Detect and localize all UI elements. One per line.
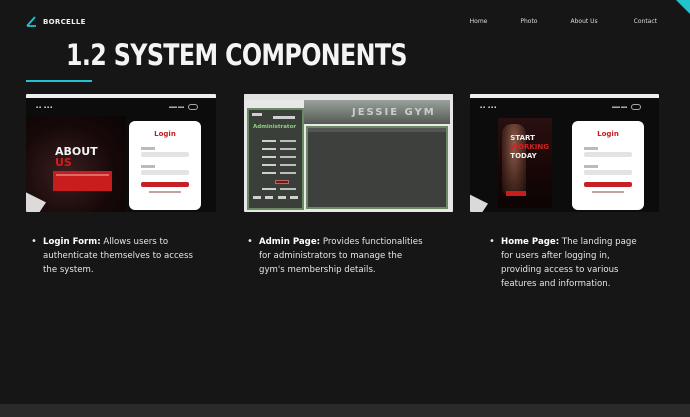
form-row (254, 156, 297, 159)
component-term: Login Form: (43, 237, 101, 247)
corner-accent-top-right (676, 0, 690, 14)
form-row (254, 148, 297, 151)
screenshot-logo-icon (631, 104, 641, 110)
form-row (254, 164, 297, 167)
bullet-dot-icon: • (489, 236, 495, 247)
form-row (254, 172, 297, 175)
screenshot-nav: ▪▪ ▪▪▪ ▪▪▪▪ ▪▪▪ (26, 102, 216, 116)
admin-page-screenshot: JESSIE GYM Administrator (244, 94, 453, 212)
hero-line-2: WORKING (510, 143, 549, 151)
home-page-screenshot: ▪▪ ▪▪▪ ▪▪▪▪ ▪▪▪ START WORKING TODAY Logi… (470, 94, 659, 212)
about-text-box (53, 171, 112, 191)
sidebar-tag (252, 113, 262, 116)
login-title: Login (597, 130, 619, 138)
browser-bar (26, 94, 216, 98)
hero-text: START WORKING TODAY (510, 134, 549, 161)
screenshot-nav-links: ▪▪ ▪▪▪ (480, 105, 498, 109)
page-title: 1.2 SYSTEM COMPONENTS (66, 38, 408, 72)
admin-sidebar: Administrator (247, 108, 304, 210)
hero-cta-button (506, 191, 526, 196)
password-label (141, 165, 155, 168)
nav-contact[interactable]: Contact (634, 18, 657, 25)
username-label (141, 147, 155, 150)
login-title: Login (154, 130, 176, 138)
login-form-screenshot: ▪▪ ▪▪▪ ▪▪▪▪ ▪▪▪ ABOUT US Login (26, 94, 216, 212)
bullet-dot-icon: • (31, 236, 37, 247)
browser-bar (470, 94, 659, 98)
password-field (584, 170, 632, 175)
about-hero: ABOUT US (26, 116, 126, 212)
admin-title: Administrator (253, 124, 297, 130)
register-link (592, 191, 624, 193)
us-heading: US (55, 156, 72, 169)
password-field (141, 170, 189, 175)
nav-home[interactable]: Home (470, 18, 488, 25)
hero-line-1: START (510, 134, 535, 142)
nav-photo[interactable]: Photo (520, 18, 537, 25)
password-label (584, 165, 598, 168)
component-term: Home Page: (501, 237, 560, 247)
home-hero: START WORKING TODAY (498, 118, 552, 208)
screenshot-nav: ▪▪ ▪▪▪ ▪▪▪▪ ▪▪▪ (470, 102, 659, 116)
login-box: Login (129, 121, 201, 210)
decorative-shape (26, 192, 46, 212)
component-home-page: • Home Page: The landing page for users … (489, 235, 651, 291)
decorative-shape (470, 194, 488, 212)
component-admin-page: • Admin Page: Provides functionalities f… (247, 235, 429, 277)
sidebar-tag (273, 116, 295, 119)
title-underline (26, 80, 92, 82)
hero-line-3: TODAY (510, 152, 537, 160)
admin-main-panel (306, 126, 448, 209)
bullet-dot-icon: • (247, 236, 253, 247)
screenshot-nav-links: ▪▪ ▪▪▪ (36, 105, 54, 109)
screenshot-logo: ▪▪▪▪ ▪▪▪ (611, 105, 627, 109)
component-term: Admin Page: (259, 237, 321, 247)
nav-about-us[interactable]: About Us (570, 18, 597, 25)
form-row (254, 140, 297, 143)
admin-banner: JESSIE GYM (304, 100, 450, 124)
table-header (308, 128, 446, 132)
form-row (254, 188, 297, 191)
form-button (275, 180, 289, 184)
username-field (141, 152, 189, 157)
brand-name: BORCELLE (43, 17, 86, 26)
bottom-bar (0, 404, 690, 417)
login-button (141, 182, 189, 187)
login-button (584, 182, 632, 187)
username-field (584, 152, 632, 157)
screenshot-logo: ▪▪▪▪ ▪▪▪ (168, 105, 184, 109)
brand[interactable]: BORCELLE (26, 16, 86, 27)
username-label (584, 147, 598, 150)
screenshot-logo-icon (188, 104, 198, 110)
sidebar-footer-buttons (253, 196, 298, 200)
banner-text: JESSIE GYM (352, 107, 436, 118)
register-link (149, 191, 181, 193)
login-box: Login (572, 121, 644, 210)
borcelle-logo-icon (26, 16, 37, 27)
component-login-form: • Login Form: Allows users to authentica… (31, 235, 193, 277)
top-nav: Home Photo About Us Contact (470, 18, 657, 25)
